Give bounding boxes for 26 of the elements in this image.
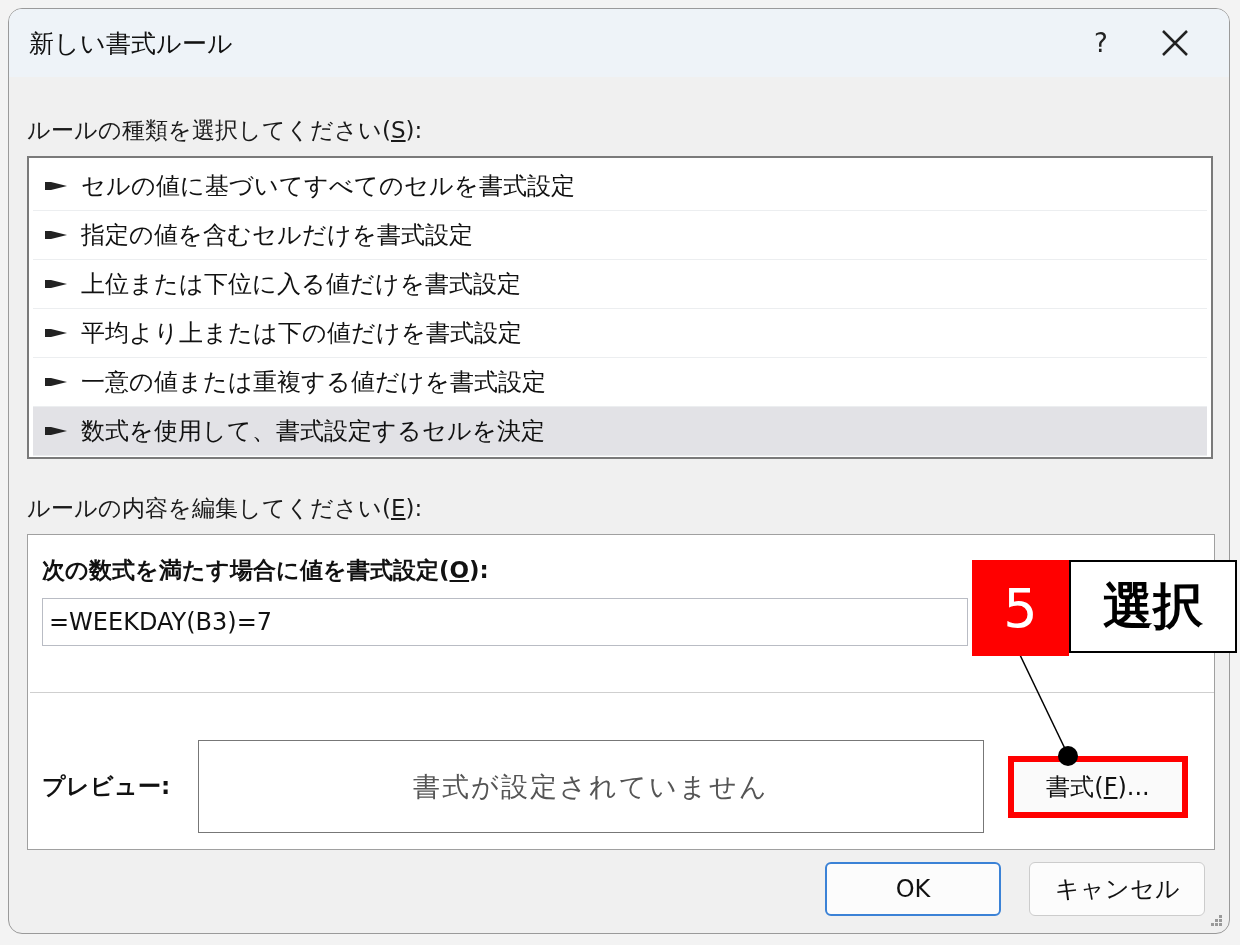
formula-label: 次の数式を満たす場合に値を書式設定(O): (42, 556, 490, 585)
pointer-icon (45, 180, 67, 192)
rule-type-item[interactable]: 数式を使用して、書式設定するセルを決定 (33, 407, 1207, 456)
pointer-icon (45, 376, 67, 388)
pointer-icon (45, 425, 67, 437)
rule-type-item[interactable]: 指定の値を含むセルだけを書式設定 (33, 211, 1207, 260)
pointer-icon (45, 327, 67, 339)
window-title: 新しい書式ルール (29, 27, 234, 60)
ok-button[interactable]: OK (825, 862, 1001, 916)
help-button[interactable]: ? (1071, 28, 1131, 58)
formula-input-field[interactable]: =WEEKDAY(B3)=7 (42, 598, 968, 646)
rule-type-item[interactable]: 平均より上または下の値だけを書式設定 (33, 309, 1207, 358)
pointer-icon (45, 229, 67, 241)
section-label: ルールの内容を編集してください(E): (27, 494, 424, 523)
close-icon[interactable] (1161, 29, 1189, 57)
preview-box: 書式が設定されていません (198, 740, 984, 833)
resize-grip-icon[interactable] (1209, 913, 1223, 927)
step-number: 5 (972, 560, 1069, 656)
annotation-label: 選択 (1069, 560, 1237, 653)
section-label: ルールの種類を選択してください(S): (27, 116, 424, 145)
preview-label: プレビュー: (42, 772, 172, 801)
pointer-icon (45, 278, 67, 290)
format-button[interactable]: 書式(F)... (1008, 755, 1188, 818)
cancel-button[interactable]: キャンセル (1029, 862, 1205, 916)
rule-type-item[interactable]: セルの値に基づいてすべてのセルを書式設定 (33, 162, 1207, 211)
rule-type-item[interactable]: 上位または下位に入る値だけを書式設定 (33, 260, 1207, 309)
